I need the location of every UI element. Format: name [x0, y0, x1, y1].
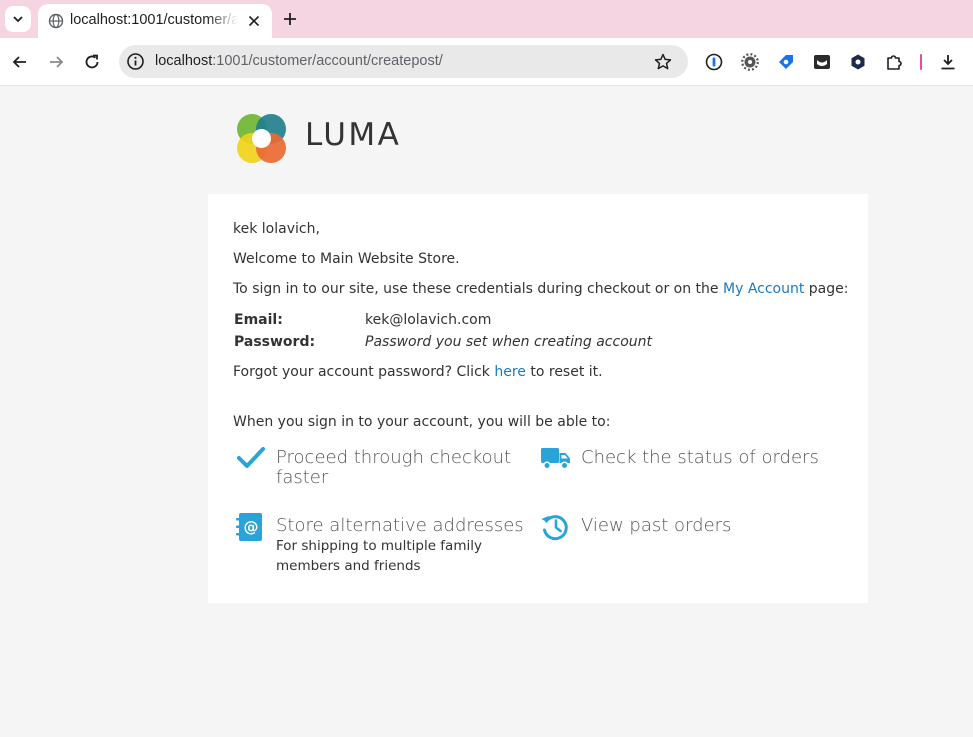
logo-text: LUMA — [305, 117, 402, 153]
url-text: localhost:1001/customer/account/createpo… — [155, 53, 443, 69]
reset-password-link[interactable]: here — [494, 364, 526, 380]
forgot-suffix: to reset it. — [530, 364, 603, 380]
signin-suffix: page: — [808, 281, 849, 297]
email-card: kek lolavich, Welcome to Main Website St… — [208, 194, 868, 603]
globe-icon — [48, 13, 64, 29]
url-path: :1001/customer/account/createpost/ — [212, 53, 443, 69]
extension-hexagon[interactable] — [848, 52, 868, 72]
browser-tab[interactable]: localhost:1001/customer/account/createpo… — [38, 4, 272, 38]
arrow-left-icon — [12, 56, 26, 68]
checkmark-icon — [237, 447, 265, 468]
email-label: Email: — [234, 312, 283, 328]
truck-icon — [541, 448, 570, 470]
tab-search-button[interactable] — [5, 6, 31, 32]
feature-addresses-sub1: For shipping to multiple family — [276, 538, 482, 554]
extension-gear[interactable] — [740, 52, 760, 72]
feature-orders-title: View past orders — [581, 516, 731, 536]
chevron-down-icon — [13, 16, 23, 23]
extension-1password[interactable] — [704, 52, 724, 72]
feature-status-title: Check the status of orders — [581, 448, 819, 468]
back-button[interactable] — [9, 51, 31, 73]
luma-logo: LUMA — [235, 111, 411, 165]
downloads-button[interactable] — [938, 52, 958, 72]
password-label: Password: — [234, 334, 316, 350]
address-book-icon: @ — [236, 513, 262, 541]
site-info-icon[interactable] — [126, 52, 145, 71]
forgot-prefix: Forgot your account password? Click — [233, 364, 490, 380]
extension-dark-reader[interactable] — [812, 52, 832, 72]
greeting: kek lolavich, — [233, 221, 320, 237]
extension-tag[interactable] — [776, 52, 796, 72]
feature-orders-line1: View past orders — [581, 515, 732, 536]
reload-icon — [85, 54, 99, 69]
feature-addresses-desc: For shipping to multiple family members … — [276, 536, 482, 576]
close-icon[interactable] — [246, 13, 262, 29]
download-icon — [941, 55, 955, 70]
benefits-intro: When you sign in to your account, you wi… — [233, 414, 611, 430]
address-bar[interactable]: localhost:1001/customer/account/createpo… — [119, 45, 688, 78]
svg-text:@: @ — [244, 518, 259, 536]
feature-addresses-sub2: members and friends — [276, 558, 421, 574]
arrow-right-icon — [50, 56, 64, 68]
tag-icon — [779, 55, 793, 69]
password-manager-icon — [705, 53, 723, 71]
url-host: localhost — [155, 53, 213, 69]
new-tab-plus-icon[interactable] — [280, 9, 300, 29]
signin-text: To sign in to our site, use these creden… — [233, 281, 848, 297]
password-value: Password you set when creating account — [365, 334, 653, 350]
feature-status-line1: Check the status of orders — [581, 447, 819, 468]
feature-checkout-line2: faster — [276, 467, 329, 488]
tab-title: localhost:1001/customer/account/createpo… — [70, 12, 238, 28]
forgot-password-text: Forgot your account password? Click here… — [233, 364, 603, 380]
tab-strip: localhost:1001/customer/account/createpo… — [0, 0, 973, 38]
my-account-link[interactable]: My Account — [723, 281, 804, 297]
bookmark-star-icon[interactable] — [653, 52, 673, 72]
hexagon-icon — [851, 54, 865, 70]
history-icon — [541, 515, 568, 541]
extensions-button[interactable] — [884, 52, 904, 72]
feature-addresses-title: Store alternative addresses — [276, 516, 524, 536]
toolbar-divider — [920, 54, 922, 70]
feature-checkout-title: Proceed through checkout faster — [276, 448, 511, 488]
browser-toolbar: localhost:1001/customer/account/createpo… — [0, 38, 973, 86]
puzzle-icon — [887, 55, 902, 70]
feature-addresses-line1: Store alternative addresses — [276, 515, 524, 536]
email-value: kek@lolavich.com — [365, 312, 492, 328]
reload-button[interactable] — [81, 51, 103, 73]
forward-button[interactable] — [45, 51, 67, 73]
luma-logo-mark-icon — [237, 114, 286, 163]
welcome-text: Welcome to Main Website Store. — [233, 251, 460, 267]
mask-icon — [814, 55, 830, 69]
feature-checkout-line1: Proceed through checkout — [276, 447, 512, 468]
signin-prefix: To sign in to our site, use these creden… — [233, 281, 719, 297]
gear-icon — [741, 53, 759, 71]
